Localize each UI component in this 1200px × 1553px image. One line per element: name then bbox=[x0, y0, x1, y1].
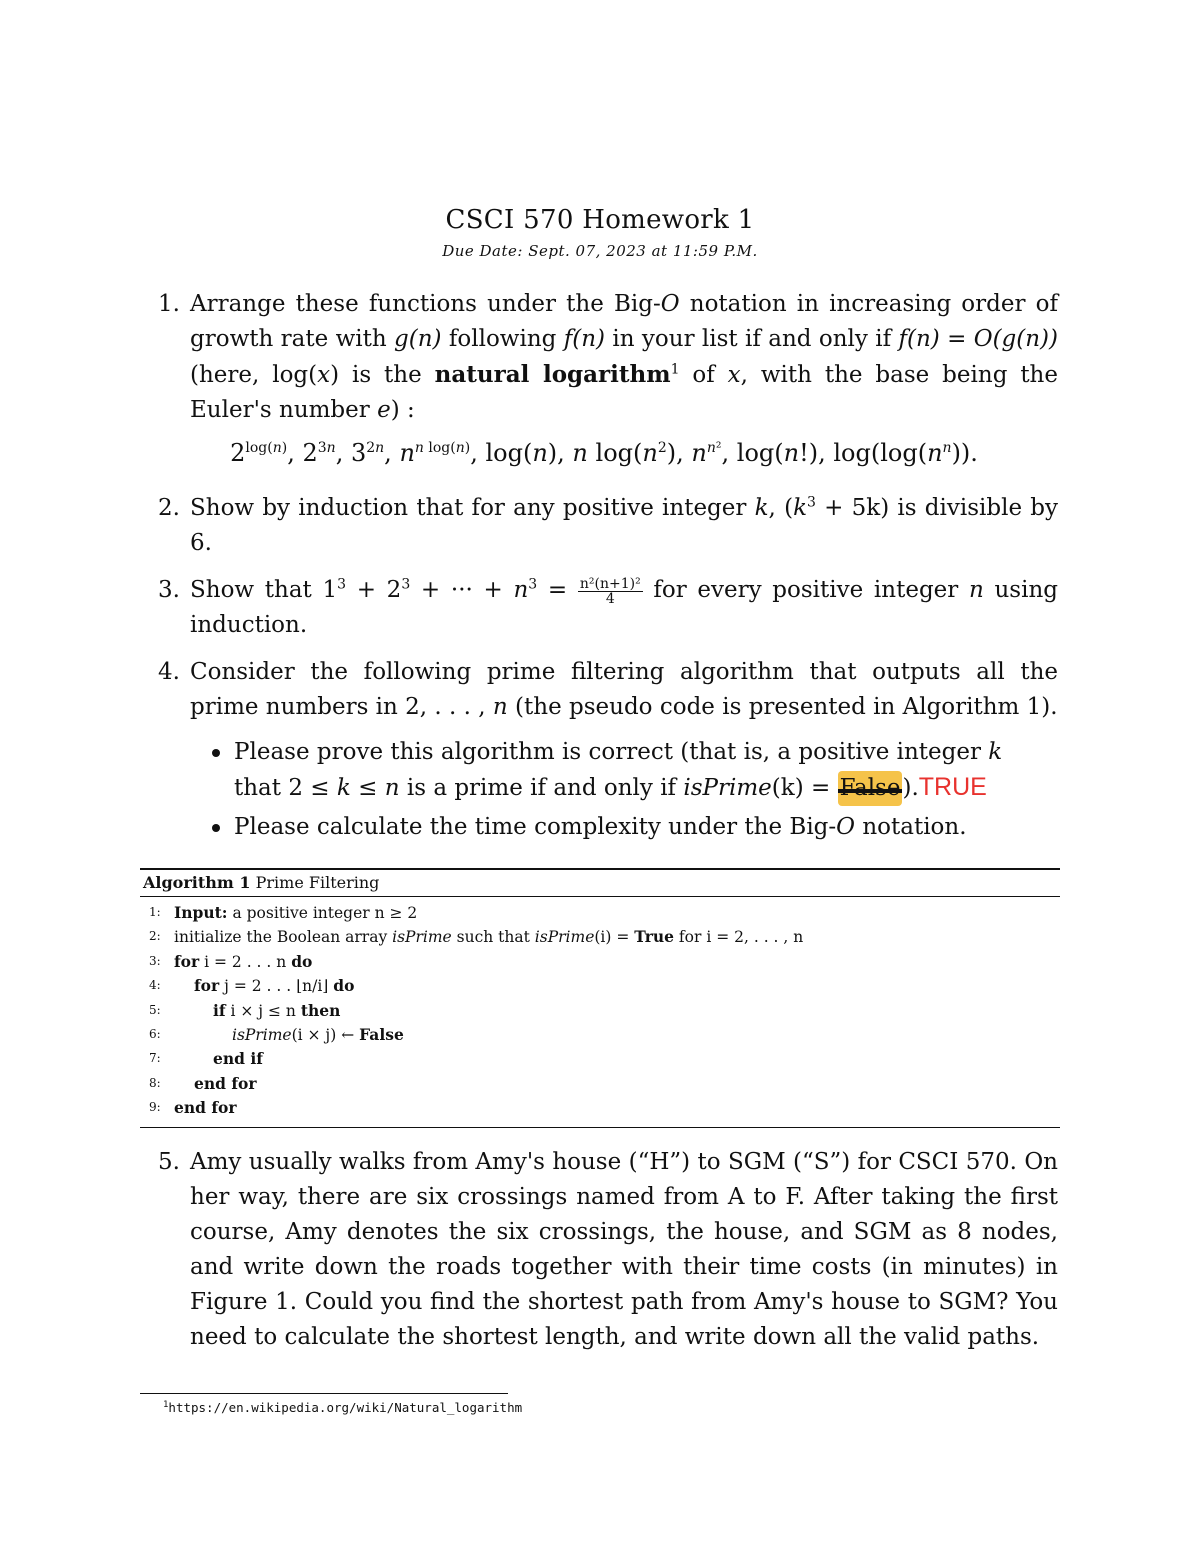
question-4: 4. Consider the following prime filterin… bbox=[158, 655, 1058, 849]
code-line: 7: end if bbox=[149, 1049, 263, 1069]
divider bbox=[140, 1126, 1060, 1128]
struck-out-value: False bbox=[837, 771, 903, 806]
annotation-true: TRUE bbox=[918, 773, 987, 801]
footnote-divider bbox=[140, 1393, 508, 1394]
code-line: 2: initialize the Boolean array isPrime s… bbox=[149, 927, 804, 947]
question-3: 3. Show that 13 + 23 + ··· + n3 = n²(n+1… bbox=[158, 573, 1058, 643]
function-list: 2log(n), 23n, 32n, nn log(n), log(n), n … bbox=[230, 439, 978, 467]
bold-term: natural logarithm bbox=[434, 361, 671, 388]
fraction: n²(n+1)² 4 bbox=[577, 575, 643, 607]
page-title: CSCI 570 Homework 1 bbox=[445, 205, 755, 235]
footnote: 1https://en.wikipedia.org/wiki/Natural_l… bbox=[163, 1399, 523, 1415]
bullet-item: Please calculate the time complexity und… bbox=[190, 810, 1058, 845]
code-line: 1: Input: a positive integer n ≥ 2 bbox=[149, 903, 418, 922]
question-text: Amy usually walks from Amy's house (“H”)… bbox=[190, 1149, 1058, 1350]
algorithm-box: Algorithm 1 Prime Filtering 1: Input: a p… bbox=[140, 868, 1060, 1128]
question-number: 2. bbox=[158, 495, 180, 521]
question-text: Show that 13 + 23 + ··· + n3 = n²(n+1)² 4… bbox=[190, 575, 1058, 639]
question-number: 5. bbox=[158, 1149, 180, 1175]
algorithm-caption: Algorithm 1 Prime Filtering bbox=[143, 873, 380, 892]
question-number: 3. bbox=[158, 577, 180, 603]
question-text: Show by induction that for any positive … bbox=[190, 494, 1059, 556]
bullet-item: Please prove this algorithm is correct (… bbox=[190, 735, 1058, 806]
bullet-icon bbox=[212, 749, 220, 757]
question-2: 2. Show by induction that for any positi… bbox=[158, 491, 1058, 561]
question-text: Arrange these functions under the Big-O … bbox=[190, 291, 1059, 423]
question-1: 1. Arrange these functions under the Big… bbox=[158, 287, 1058, 471]
bullet-list: Please prove this algorithm is correct (… bbox=[190, 735, 1058, 845]
bullet-icon bbox=[212, 824, 220, 832]
question-5: 5. Amy usually walks from Amy's house (“… bbox=[158, 1145, 1058, 1355]
algorithm-lines: 1: Input: a positive integer n ≥ 2 2: init… bbox=[140, 897, 1060, 1127]
due-date: Due Date: Sept. 07, 2023 at 11:59 P.M. bbox=[442, 242, 758, 260]
question-number: 4. bbox=[158, 659, 180, 685]
code-line: 5: if i × j ≤ n then bbox=[149, 1000, 341, 1020]
question-number: 1. bbox=[158, 291, 180, 317]
code-line: 6: isPrime(i × j) ← False bbox=[149, 1025, 404, 1045]
code-line: 3: for i = 2 . . . n do bbox=[149, 951, 313, 971]
code-line: 4: for j = 2 . . . ⌊n/i⌋ do bbox=[149, 976, 355, 996]
homework-page: CSCI 570 Homework 1 Due Date: Sept. 07, … bbox=[0, 0, 1200, 1553]
code-line: 8: end for bbox=[149, 1073, 257, 1093]
footnote-link[interactable]: https://en.wikipedia.org/wiki/Natural_lo… bbox=[168, 1400, 522, 1415]
code-line: 9: end for bbox=[149, 1098, 237, 1118]
question-text: Consider the following prime filtering a… bbox=[190, 659, 1058, 720]
